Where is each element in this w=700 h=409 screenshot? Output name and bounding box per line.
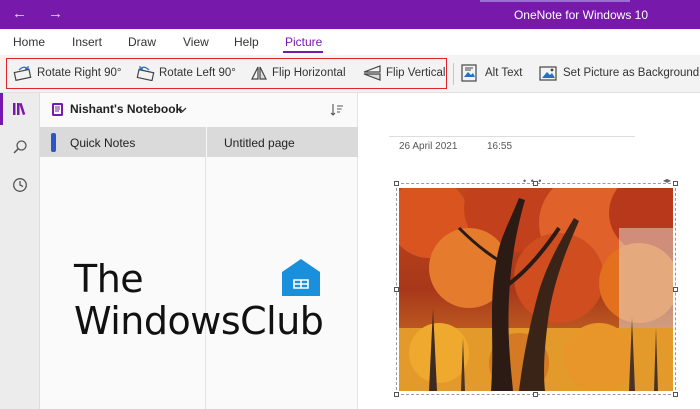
resize-handle-right[interactable] [673,287,678,292]
search-icon [13,140,27,154]
flip-horizontal-button[interactable]: Flip Horizontal [250,63,346,83]
resize-handle-left[interactable] [394,287,399,292]
flip-vertical-label: Flip Vertical [386,67,446,79]
resize-handle-bottom-left[interactable] [394,392,399,397]
navigation-rail [0,93,40,409]
title-bar: ← → OneNote for Windows 10 [0,0,700,29]
flip-horizontal-icon [251,66,267,80]
ribbon: Rotate Right 90° Rotate Left 90° Flip Ho… [0,55,700,93]
resize-handle-top-left[interactable] [394,181,399,186]
sort-icon[interactable] [330,103,344,117]
rotate-left-label: Rotate Left 90° [159,67,236,79]
autumn-forest-image [399,188,673,391]
page-canvas[interactable]: 26 April 2021 16:55 • • • ◂▸ [359,93,700,409]
rail-selection-indicator [0,93,3,125]
resize-handle-top-right[interactable] [673,181,678,186]
page-time: 16:55 [487,141,513,152]
page-date: 26 April 2021 [399,141,458,152]
tab-picture[interactable]: Picture [285,35,322,49]
notebooks-nav-button[interactable] [0,93,40,125]
page-item-untitled[interactable]: Untitled page [207,127,358,157]
section-label: Quick Notes [70,136,136,150]
alt-text-label: Alt Text [485,67,523,79]
title-accent [480,0,630,2]
chevron-down-icon[interactable] [178,107,187,113]
rotate-right-button[interactable]: Rotate Right 90° [13,63,122,83]
set-background-button[interactable]: Set Picture as Background [539,63,699,83]
forward-arrow-icon[interactable]: → [48,5,63,22]
tab-home[interactable]: Home [13,35,45,49]
clock-icon [13,178,27,192]
notebook-header[interactable]: Nishant's Notebook [40,93,358,127]
watermark-line2: WindowsClub [74,299,324,343]
picture-expand-icon[interactable]: ◂▸ [663,176,671,185]
tab-help[interactable]: Help [234,35,259,49]
set-background-label: Set Picture as Background [563,67,700,79]
tab-insert[interactable]: Insert [72,35,102,49]
active-tab-underline [283,51,323,53]
page-title-line[interactable] [389,136,635,137]
notebook-name: Nishant's Notebook [70,102,183,116]
rotate-right-label: Rotate Right 90° [37,67,122,79]
notebook-icon [52,103,63,116]
recent-nav-button[interactable] [0,169,40,201]
notebooks-library-icon [13,102,26,116]
menu-bar: Home Insert Draw View Help Picture [0,29,700,55]
app-title: OneNote for Windows 10 [513,8,648,22]
search-nav-button[interactable] [0,131,40,163]
picture-image[interactable] [399,188,673,391]
picture-background-icon [539,66,557,81]
flip-vertical-icon [363,65,381,81]
ribbon-separator [453,63,454,85]
section-item-quick-notes[interactable]: Quick Notes [40,127,206,157]
resize-handle-bottom-right[interactable] [673,392,678,397]
back-arrow-icon[interactable]: ← [12,5,27,22]
rotate-left-icon [136,66,155,81]
flip-horizontal-label: Flip Horizontal [272,67,346,79]
alt-text-icon [461,64,477,82]
rotate-left-button[interactable]: Rotate Left 90° [135,63,236,83]
tab-view[interactable]: View [183,35,209,49]
section-color-tab [51,133,56,152]
tab-draw[interactable]: Draw [128,35,156,49]
page-label: Untitled page [224,136,295,150]
windows-logo-icon [282,259,320,296]
rotate-right-icon [13,66,32,81]
resize-handle-bottom[interactable] [533,392,538,397]
resize-handle-top[interactable] [533,181,538,186]
alt-text-button[interactable]: Alt Text [461,63,523,83]
notebook-panel: Nishant's Notebook Quick Notes Untitled … [40,93,358,409]
flip-vertical-button[interactable]: Flip Vertical [362,63,445,83]
